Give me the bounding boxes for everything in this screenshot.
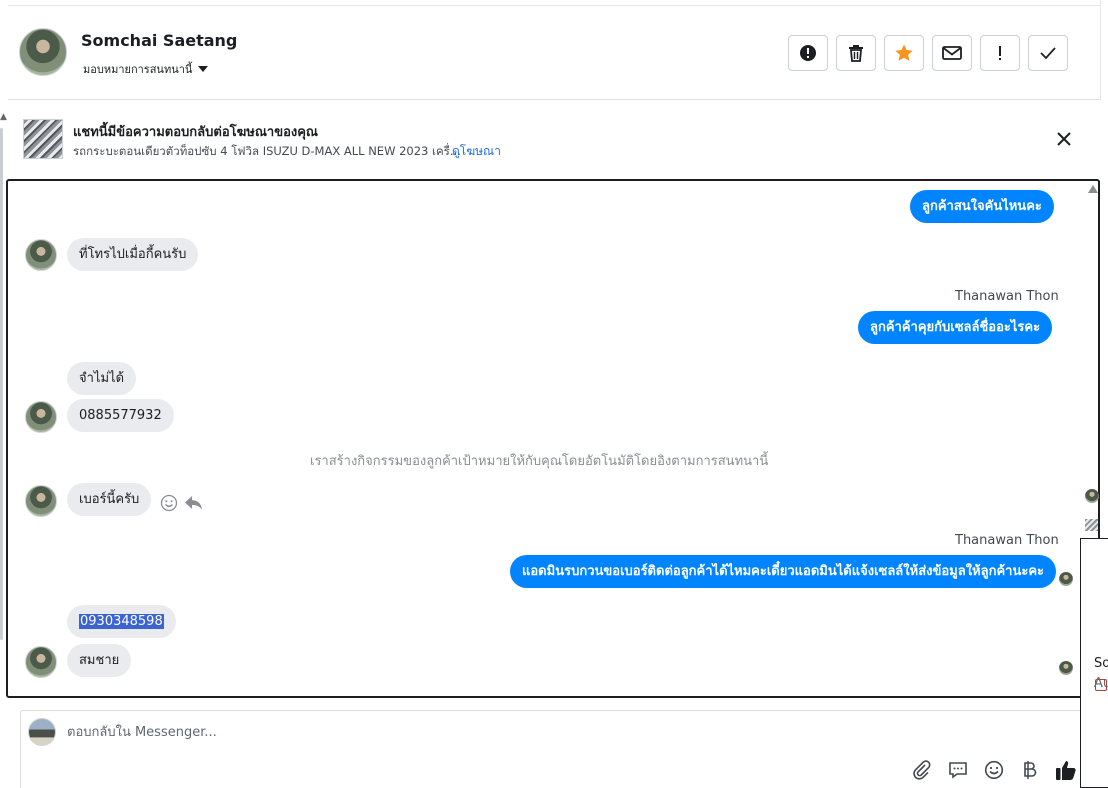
assign-conversation-dropdown[interactable]: มอบหมายการสนทนานี้ — [83, 60, 209, 78]
scroll-up-arrow-icon[interactable] — [1088, 185, 1098, 193]
seen-indicator-avatar — [1059, 572, 1073, 586]
right-divider — [1100, 0, 1101, 100]
message-hover-actions — [160, 494, 204, 512]
reply-input[interactable] — [67, 721, 967, 743]
emoji-icon — [984, 760, 1004, 780]
clipped-side-panel: So Au — [1080, 480, 1108, 788]
thumbs-up-icon — [1056, 761, 1076, 780]
message-bubble-incoming[interactable]: ที่โทรไปเมื่อกี้คนรับ — [67, 238, 199, 271]
message-bubble-incoming[interactable]: 0930348598 — [67, 605, 176, 638]
baht-icon — [1024, 761, 1037, 779]
close-icon[interactable] — [1054, 129, 1074, 149]
contact-name[interactable]: Somchai Saetang — [81, 31, 237, 50]
star-button[interactable] — [884, 35, 924, 71]
mark-unread-button[interactable] — [932, 35, 972, 71]
seen-indicator-avatar — [1059, 661, 1073, 675]
paperclip-icon — [913, 760, 931, 780]
message-bubble-outgoing[interactable]: ลูกค้าค้าคุยกับเซลล์ชื่ออะไรคะ — [858, 311, 1053, 344]
message-bubble-incoming[interactable]: 0885577932 — [67, 399, 174, 432]
side-text-2: Au — [1094, 676, 1108, 691]
header-actions — [788, 35, 1068, 71]
ad-reply-banner: แชทนี้มีข้อความตอบกลับต่อโฆษณาของคุณ รถก… — [8, 101, 1100, 179]
contact-avatar-small — [25, 485, 57, 517]
assign-label: มอบหมายการสนทนานี้ — [83, 63, 193, 76]
page-avatar — [28, 718, 56, 746]
side-text-1: So — [1094, 656, 1108, 671]
contact-avatar-small — [25, 646, 57, 678]
mark-done-button[interactable] — [1028, 35, 1068, 71]
contact-avatar[interactable] — [19, 28, 67, 76]
attach-button[interactable] — [911, 759, 933, 781]
system-notice: เราสร้างกิจกรรมของลูกค้าเป้าหมายให้กับคุ… — [310, 454, 769, 469]
message-bubble-outgoing[interactable]: ลูกค้าสนใจคันไหนคะ — [910, 190, 1054, 223]
like-button[interactable] — [1055, 759, 1077, 781]
message-thread[interactable]: ลูกค้าสนใจคันไหนคะ ที่โทรไปเมื่อกี้คนรับ… — [6, 179, 1100, 698]
composer-tools — [911, 759, 1077, 781]
message-bubble-incoming[interactable]: จำไม่ได้ — [67, 362, 137, 395]
scroll-up-caret-icon[interactable]: ▲ — [0, 112, 7, 122]
ad-description: รถกระบะตอนเดียวตัวท็อปซับ 4 โฟวิล ISUZU … — [73, 144, 461, 158]
exclamation-icon — [999, 46, 1001, 60]
emoji-react-icon[interactable] — [160, 494, 178, 512]
contact-avatar-small — [25, 239, 57, 271]
delete-button[interactable] — [836, 35, 876, 71]
mark-spam-button[interactable] — [788, 35, 828, 71]
message-composer — [20, 710, 1090, 788]
side-ad-thumbnail[interactable] — [1085, 519, 1098, 531]
sender-name: Thanawan Thon — [955, 289, 1059, 304]
envelope-icon — [942, 46, 962, 60]
view-ad-link[interactable]: ดูโฆษณา — [452, 142, 501, 161]
follow-up-button[interactable] — [980, 35, 1020, 71]
message-bubble-outgoing[interactable]: แอดมินรบกวนขอเบอร์ติดต่อลูกค้าได้ไหมคะเด… — [510, 555, 1056, 588]
chevron-down-icon — [198, 66, 209, 72]
selected-text[interactable]: 0930348598 — [79, 614, 164, 629]
ad-banner-title: แชทนี้มีข้อความตอบกลับต่อโฆษณาของคุณ — [73, 125, 318, 140]
contact-avatar-small — [25, 401, 57, 433]
left-scrollbar[interactable] — [0, 128, 3, 640]
star-icon — [895, 44, 913, 61]
ad-thumbnail[interactable] — [23, 119, 63, 159]
reply-icon[interactable] — [184, 494, 204, 512]
side-avatar[interactable] — [1085, 489, 1099, 503]
trash-icon — [849, 45, 863, 62]
sender-name: Thanawan Thon — [955, 533, 1059, 548]
conversation-header: Somchai Saetang มอบหมายการสนทนานี้ — [8, 6, 1100, 100]
message-bubble-incoming[interactable]: สมชาย — [67, 644, 132, 677]
saved-reply-icon — [949, 762, 967, 779]
check-icon — [1040, 47, 1056, 60]
message-bubble-incoming[interactable]: เบอร์นี้ครับ — [67, 483, 152, 516]
emoji-button[interactable] — [983, 759, 1005, 781]
alert-circle-icon — [800, 45, 816, 61]
payment-button[interactable] — [1019, 759, 1041, 781]
saved-replies-button[interactable] — [947, 759, 969, 781]
